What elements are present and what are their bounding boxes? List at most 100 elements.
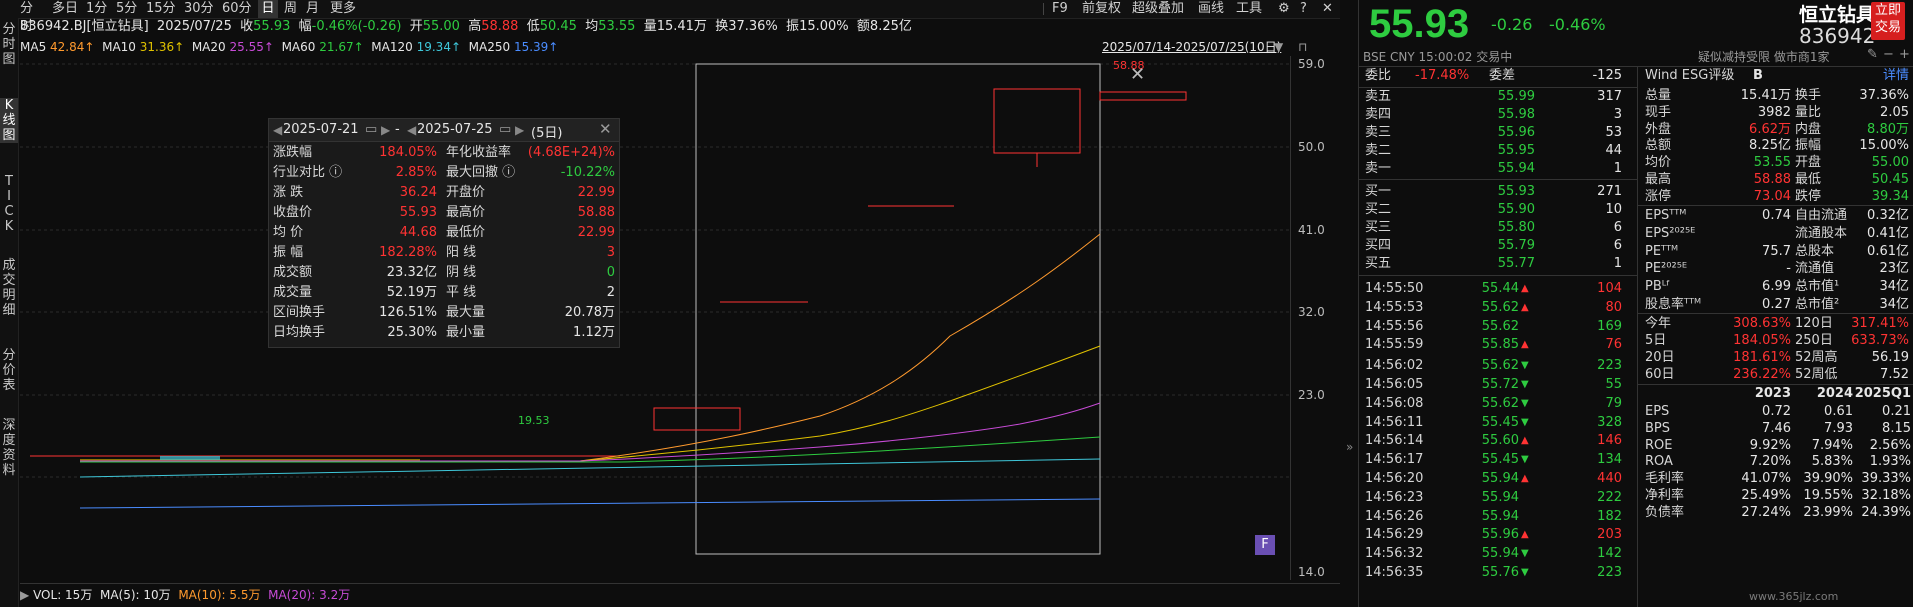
arrow-down-icon: ▼ — [1521, 567, 1529, 578]
nav-kline-chart[interactable]: K 线 图 — [0, 98, 18, 143]
close-icon[interactable]: ✕ — [599, 120, 612, 138]
tick-price: 55.62 — [1481, 299, 1519, 315]
divider — [1359, 66, 1913, 67]
ask-level[interactable]: 卖一 55.94 1 — [1359, 161, 1634, 178]
fund-label: 流通值 — [1795, 261, 1835, 277]
stat-value: 52.19万 — [386, 285, 437, 300]
vol-ma20: MA(20): 3.2万 — [268, 588, 351, 602]
stat-label: 涨跌幅 — [273, 145, 313, 160]
tab-timeshare[interactable]: 分时 — [20, 0, 44, 34]
tab-15min[interactable]: 15分 — [146, 0, 176, 18]
tab-5min[interactable]: 5分 — [116, 0, 138, 18]
fund-value: 39.34 — [1871, 188, 1909, 204]
adjust-button[interactable]: 前复权 — [1082, 0, 1121, 18]
trade-now-button[interactable]: 立即 交易 — [1871, 2, 1905, 40]
fund-label: PEᵀᵀᴹ — [1645, 243, 1679, 259]
tick-time: 14:56:35 — [1365, 565, 1424, 580]
bid-level[interactable]: 买二 55.90 10 — [1359, 202, 1634, 219]
stat-value: 36.24 — [399, 185, 437, 200]
to-date[interactable]: 2025-07-25 — [417, 122, 493, 137]
tab-more[interactable]: 更多 — [330, 0, 360, 18]
prev-to-icon[interactable]: ◀ — [407, 123, 416, 137]
settings-icon[interactable]: ⊓ — [1298, 38, 1307, 56]
nav-deep-data[interactable]: 深 度 资 料 — [0, 418, 18, 478]
tick-price: 55.94 — [1481, 508, 1519, 524]
prev-from-icon[interactable]: ◀ — [273, 123, 282, 137]
stat-label: 最小量 — [446, 325, 486, 340]
tick-time: 14:56:20 — [1365, 471, 1424, 486]
help-icon[interactable]: ? — [1300, 0, 1307, 18]
f-badge[interactable]: F — [1255, 535, 1275, 555]
stat-value: 22.99 — [577, 225, 615, 240]
fund-value: 55.00 — [1871, 155, 1909, 171]
plus-icon[interactable]: + — [1899, 47, 1910, 62]
financial-value: 0.72 — [1762, 404, 1791, 419]
draw-button[interactable]: 画线 — [1198, 0, 1224, 18]
fund-value: 6.99 — [1762, 279, 1791, 295]
expand-panel-icon[interactable]: » — [1346, 440, 1353, 454]
next-to-icon[interactable]: ▶ — [515, 123, 524, 137]
level-price: 55.90 — [1497, 202, 1535, 217]
fund-row: PE²⁰²⁵ᴱ - 流通值 23亿 — [1641, 261, 1913, 278]
value-low: 50.45 — [539, 19, 577, 34]
tick-qty: 223 — [1597, 358, 1622, 374]
tab-daily[interactable]: 日 — [258, 0, 278, 18]
selection-range-box[interactable] — [695, 63, 1101, 555]
overlay-button[interactable]: 超级叠加 — [1132, 0, 1184, 18]
tab-60min[interactable]: 60分 — [222, 0, 252, 18]
close-icon[interactable]: ✕ — [1322, 0, 1333, 18]
tick-time: 14:56:26 — [1365, 508, 1424, 524]
tab-monthly[interactable]: 月 — [306, 0, 322, 18]
next-from-icon[interactable]: ▶ — [381, 123, 390, 137]
fund-value: - — [1786, 261, 1791, 277]
ask-level[interactable]: 卖三 55.96 53 — [1359, 125, 1634, 142]
collapse-icon[interactable]: ▶ — [20, 588, 29, 602]
fund-label: 总市值² — [1795, 297, 1840, 312]
arrow-up-icon: ▲ — [1521, 435, 1529, 447]
tab-1min[interactable]: 1分 — [86, 0, 108, 18]
level-label: 买一 — [1365, 184, 1392, 199]
fund-label: 最低 — [1795, 172, 1822, 187]
calendar-icon[interactable]: ▭ — [499, 122, 511, 137]
nav-label: 成 交 明 细 — [2, 258, 16, 318]
tab-multiday[interactable]: 多日 — [52, 0, 78, 18]
bid-level[interactable]: 买四 55.79 6 — [1359, 238, 1634, 255]
restriction-note: 疑似减持受限 做市商1家 — [1698, 50, 1830, 64]
date-range-selector[interactable]: 2025/07/14-2025/07/25(10日) — [1102, 38, 1281, 56]
ylabel: 23.0 — [1298, 388, 1325, 402]
fund-label: 内盘 — [1795, 121, 1822, 137]
nav-price-table[interactable]: 分 价 表 — [0, 348, 18, 393]
ask-level[interactable]: 卖二 55.95 44 — [1359, 143, 1634, 160]
ask-level[interactable]: 卖五 55.99 317 — [1359, 89, 1634, 106]
bid-level[interactable]: 买一 55.93 271 — [1359, 184, 1634, 201]
bid-level[interactable]: 买三 55.80 6 — [1359, 220, 1634, 237]
ask-level[interactable]: 卖四 55.98 3 — [1359, 107, 1634, 124]
ma10-value: 31.36↑ — [139, 40, 185, 54]
calendar-icon[interactable]: ▭ — [365, 122, 377, 137]
from-date[interactable]: 2025-07-21 — [283, 122, 359, 137]
tab-weekly[interactable]: 周 — [284, 0, 300, 18]
kline-chart[interactable]: 19.53 58.88 ✕ — [20, 56, 1290, 580]
chevron-down-icon[interactable]: ▼ — [1274, 38, 1283, 56]
nav-tick[interactable]: T I C K — [0, 174, 18, 234]
stat-value: 2.85% — [395, 165, 437, 180]
nav-timeshare-chart[interactable]: 分 时 图 — [0, 22, 18, 67]
financial-value: 9.92% — [1749, 437, 1791, 453]
nav-trade-detail[interactable]: 成 交 明 细 — [0, 258, 18, 318]
tick-qty: 222 — [1597, 489, 1622, 505]
minus-icon[interactable]: − — [1883, 47, 1894, 62]
stat-label: 均 价 — [273, 225, 304, 240]
f9-button[interactable]: F9 — [1052, 0, 1068, 18]
tools-button[interactable]: 工具 — [1236, 0, 1262, 18]
tab-30min[interactable]: 30分 — [184, 0, 214, 18]
edit-icon[interactable]: ✎ — [1867, 47, 1878, 62]
financial-label: 净利率 — [1645, 488, 1685, 503]
tick-row: 14:56:08 55.62 ▼ 79 — [1359, 395, 1634, 412]
fund-row: 60日 236.22% 52周低 7.52 — [1641, 367, 1913, 384]
esg-detail-link[interactable]: 详情 — [1883, 68, 1909, 85]
fund-label: 最高 — [1645, 172, 1672, 187]
stat-label: 最大量 — [446, 305, 486, 320]
gear-icon[interactable]: ⚙ — [1278, 0, 1290, 18]
close-selection-icon[interactable]: ✕ — [1130, 64, 1145, 85]
bid-level[interactable]: 买五 55.77 1 — [1359, 256, 1634, 273]
